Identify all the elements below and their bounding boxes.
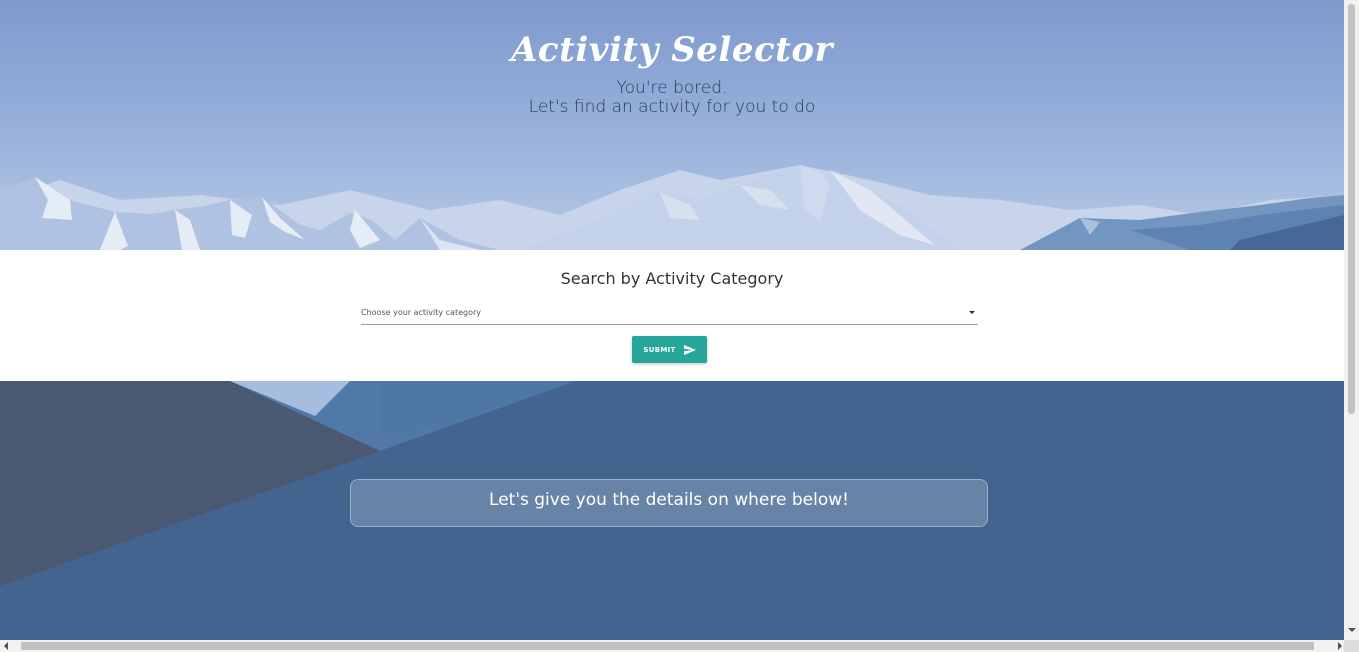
submit-button[interactable]: SUBMIT bbox=[632, 336, 707, 363]
submit-label: SUBMIT bbox=[643, 345, 676, 354]
horizontal-scrollbar[interactable] bbox=[0, 640, 1359, 652]
scroll-right-arrow-icon[interactable] bbox=[1338, 642, 1342, 650]
scrollbar-corner bbox=[1344, 640, 1359, 652]
search-heading: Search by Activity Category bbox=[560, 269, 784, 288]
info-box: Let's give you the details on where belo… bbox=[350, 479, 988, 527]
info-text: Let's give you the details on where belo… bbox=[489, 490, 849, 510]
activity-category-select[interactable]: Choose your activity category bbox=[361, 304, 978, 325]
vertical-scrollbar[interactable] bbox=[1344, 0, 1359, 640]
vertical-scroll-thumb[interactable] bbox=[1348, 4, 1355, 414]
subtitle-line-2: Let's find an activity for you to do bbox=[528, 97, 816, 117]
scroll-left-arrow-icon[interactable] bbox=[4, 642, 8, 650]
select-placeholder: Choose your activity category bbox=[361, 308, 481, 317]
hero-banner: Activity Selector You're bored. Let's fi… bbox=[0, 0, 1344, 250]
page: Activity Selector You're bored. Let's fi… bbox=[0, 0, 1344, 640]
hero-subtitle: You're bored. Let's find an activity for… bbox=[0, 79, 1344, 117]
search-section: Search by Activity Category Choose your … bbox=[0, 250, 1344, 381]
page-title: Activity Selector bbox=[511, 30, 833, 70]
horizontal-scroll-thumb[interactable] bbox=[21, 642, 1314, 650]
caret-down-icon bbox=[969, 311, 975, 314]
send-icon bbox=[683, 344, 696, 355]
scroll-down-arrow-icon[interactable] bbox=[1348, 628, 1356, 632]
details-section: Let's give you the details on where belo… bbox=[0, 381, 1344, 640]
subtitle-line-1: You're bored. bbox=[616, 78, 728, 98]
